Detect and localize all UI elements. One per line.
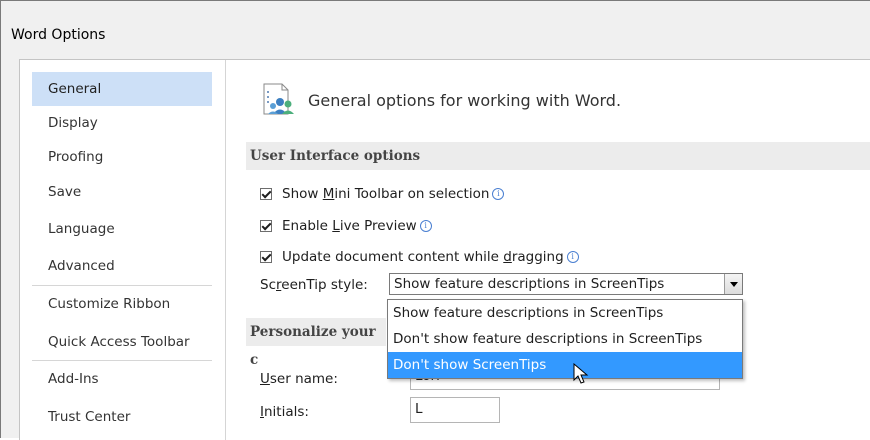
personalize-heading: Personalize your c bbox=[246, 318, 386, 368]
dropdown-option-no-screentips[interactable]: Don't show ScreenTips bbox=[388, 352, 742, 378]
mini-toolbar-label: Show Mini Toolbar on selection bbox=[282, 186, 490, 202]
title-bar: Word Options bbox=[11, 15, 870, 55]
sidebar-item-add-ins[interactable]: Add-Ins bbox=[32, 362, 212, 396]
live-preview-checkbox[interactable] bbox=[260, 220, 272, 232]
sidebar-item-advanced[interactable]: Advanced bbox=[32, 249, 212, 283]
dropdown-option-show-descriptions[interactable]: Show feature descriptions in ScreenTips bbox=[388, 300, 742, 326]
screentip-style-dropdown: Show feature descriptions in ScreenTips … bbox=[387, 299, 743, 379]
sidebar-item-customize-ribbon[interactable]: Customize Ribbon bbox=[32, 287, 212, 321]
sidebar-item-general[interactable]: General bbox=[32, 72, 212, 106]
screentip-style-value: Show feature descriptions in ScreenTips bbox=[394, 276, 665, 292]
initials-label: Initials: bbox=[260, 404, 309, 420]
sidebar: General Display Proofing Save Language A… bbox=[20, 60, 222, 440]
info-icon[interactable]: i bbox=[419, 220, 432, 232]
screentip-style-select[interactable]: Show feature descriptions in ScreenTips bbox=[389, 273, 743, 295]
mini-toolbar-option: Show Mini Toolbar on selection i bbox=[260, 183, 505, 205]
live-preview-option: Enable Live Preview i bbox=[260, 215, 432, 237]
chevron-down-icon[interactable] bbox=[724, 274, 742, 294]
update-document-checkbox[interactable] bbox=[260, 251, 272, 263]
sidebar-item-display[interactable]: Display bbox=[32, 106, 212, 140]
sidebar-item-save[interactable]: Save bbox=[32, 175, 212, 209]
screentip-style-label: ScreenTip style: bbox=[260, 277, 368, 293]
sidebar-separator bbox=[32, 360, 212, 361]
user-name-label: User name: bbox=[260, 371, 338, 387]
general-header: General options for working with Word. bbox=[260, 80, 621, 120]
sidebar-item-trust-center[interactable]: Trust Center bbox=[32, 400, 212, 434]
live-preview-label: Enable Live Preview bbox=[282, 218, 417, 234]
info-icon[interactable]: i bbox=[492, 188, 505, 200]
word-options-window: Word Options General Display Proofing Sa… bbox=[0, 0, 870, 440]
general-options-icon bbox=[263, 83, 294, 115]
sidebar-item-proofing[interactable]: Proofing bbox=[32, 140, 212, 174]
update-document-label: Update document content while dragging bbox=[282, 249, 564, 265]
options-panel: General Display Proofing Save Language A… bbox=[19, 59, 870, 440]
mini-toolbar-checkbox[interactable] bbox=[260, 188, 272, 200]
sidebar-item-language[interactable]: Language bbox=[32, 212, 212, 246]
sidebar-item-quick-access-toolbar[interactable]: Quick Access Toolbar bbox=[32, 325, 212, 359]
dropdown-option-hide-descriptions[interactable]: Don't show feature descriptions in Scree… bbox=[388, 326, 742, 352]
info-icon[interactable]: i bbox=[566, 251, 579, 263]
sidebar-separator bbox=[32, 285, 212, 286]
general-header-text: General options for working with Word. bbox=[308, 90, 622, 110]
general-content: General options for working with Word. U… bbox=[226, 60, 870, 440]
ui-options-heading: User Interface options bbox=[246, 142, 870, 170]
update-document-option: Update document content while dragging i bbox=[260, 246, 579, 268]
window-title: Word Options bbox=[11, 27, 106, 43]
initials-input[interactable]: L bbox=[410, 397, 500, 423]
mouse-cursor-icon bbox=[573, 363, 589, 384]
